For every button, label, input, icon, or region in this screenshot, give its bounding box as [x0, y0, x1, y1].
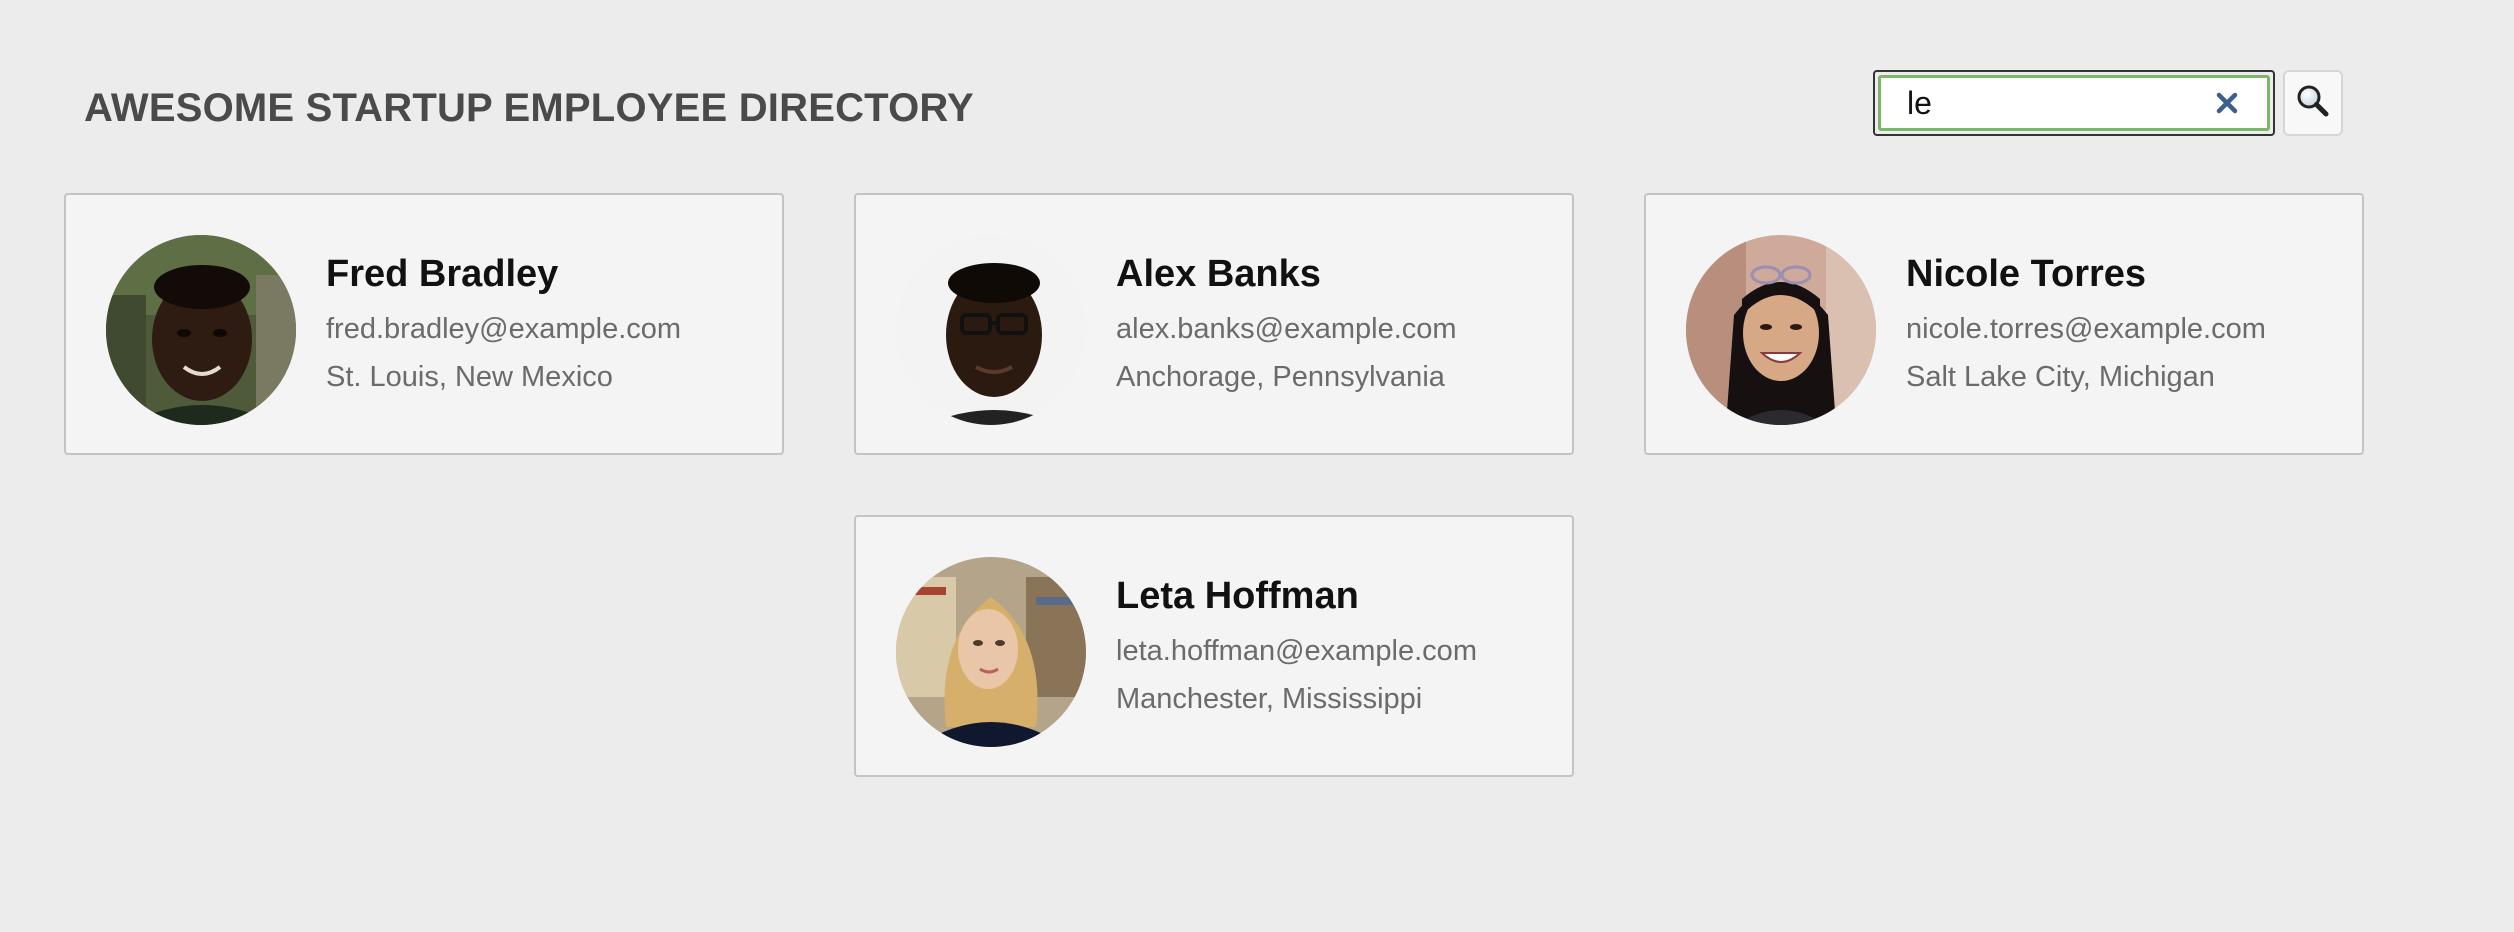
employee-card[interactable]: Leta Hoffman leta.hoffman@example.com Ma… [854, 515, 1574, 777]
employee-location: St. Louis, New Mexico [326, 361, 613, 393]
employee-email: fred.bradley@example.com [326, 313, 682, 345]
avatar [896, 235, 1086, 425]
employee-location: Salt Lake City, Michigan [1906, 361, 2215, 393]
avatar [1686, 235, 1876, 425]
employee-email: alex.banks@example.com [1116, 313, 1457, 345]
employee-name: Fred Bradley [326, 253, 559, 295]
employee-card[interactable]: Nicole Torres nicole.torres@example.com … [1644, 193, 2364, 455]
search-input[interactable] [1881, 78, 2181, 128]
close-icon[interactable] [2215, 91, 2239, 115]
employee-location: Manchester, Mississippi [1116, 683, 1423, 715]
employee-directory-page: AWESOME STARTUP EMPLOYEE DIRECTORY le Fr… [0, 0, 2514, 932]
employee-email: leta.hoffman@example.com [1116, 635, 1477, 667]
employee-card[interactable]: Fred Bradley fred.bradley@example.com St… [64, 193, 784, 455]
search-button[interactable] [2283, 70, 2343, 136]
search-box [1873, 70, 2275, 136]
employee-name: Leta Hoffman [1116, 575, 1359, 617]
employee-name: Nicole Torres [1906, 253, 2147, 295]
employee-email: nicole.torres@example.com [1906, 313, 2266, 345]
search-field-frame [1878, 75, 2270, 131]
employee-name: Alex Banks [1116, 253, 1321, 295]
search-icon [2295, 83, 2331, 124]
employee-card[interactable]: Alex Banks alex.banks@example.com Anchor… [854, 193, 1574, 455]
employee-location: Anchorage, Pennsylvania [1116, 361, 1445, 393]
page-title: AWESOME STARTUP EMPLOYEE DIRECTORY [84, 86, 974, 130]
avatar [106, 235, 296, 425]
avatar [896, 557, 1086, 747]
